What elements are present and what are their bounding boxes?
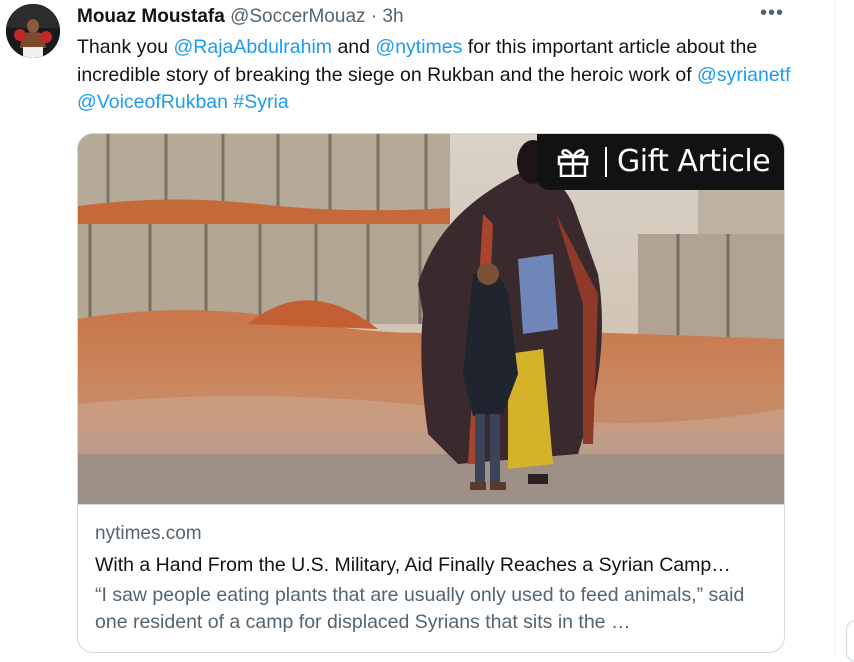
card-image[interactable]: Gift Article [78,134,784,504]
tweet-text-segment: and [332,36,376,58]
gift-icon [557,147,589,177]
hashtag-syria[interactable]: #Syria [233,91,288,113]
mention-nytimes[interactable]: @nytimes [375,36,462,58]
card-divider [78,504,784,505]
gift-separator [605,147,607,177]
gift-article-badge: Gift Article [537,134,784,190]
author-handle[interactable]: @SoccerMouaz [230,6,365,27]
mention-syrianetf[interactable]: @syrianetf [697,64,791,86]
more-dots-icon[interactable]: ••• [760,3,784,28]
mention-rajaabdulrahim[interactable]: @RajaAbdulrahim [173,36,332,58]
mention-voiceofrukban[interactable]: @VoiceofRukban [77,91,228,113]
card-title[interactable]: With a Hand From the U.S. Military, Aid … [95,552,775,578]
link-card[interactable]: Gift Article nytimes.com With a Hand Fro… [77,133,785,653]
gift-article-label: Gift Article [617,144,771,179]
right-column-divider [834,0,835,655]
card-description: “I saw people eating plants that are usu… [95,584,745,633]
tweet-header: Mouaz Moustafa @SoccerMouaz · 3h [77,5,404,29]
tweet-text-segment: Thank you [77,36,174,58]
tweet-text: Thank you @RajaAbdulrahim and @nytimes f… [77,34,797,117]
header-separator: · [370,6,378,27]
tweet-timestamp[interactable]: 3h [382,6,403,27]
avatar[interactable] [6,4,60,58]
card-domain: nytimes.com [95,523,202,544]
right-column-widget[interactable] [846,620,854,662]
author-name[interactable]: Mouaz Moustafa [77,6,225,27]
tweet[interactable]: Mouaz Moustafa @SoccerMouaz · 3h ••• Tha… [0,0,800,655]
